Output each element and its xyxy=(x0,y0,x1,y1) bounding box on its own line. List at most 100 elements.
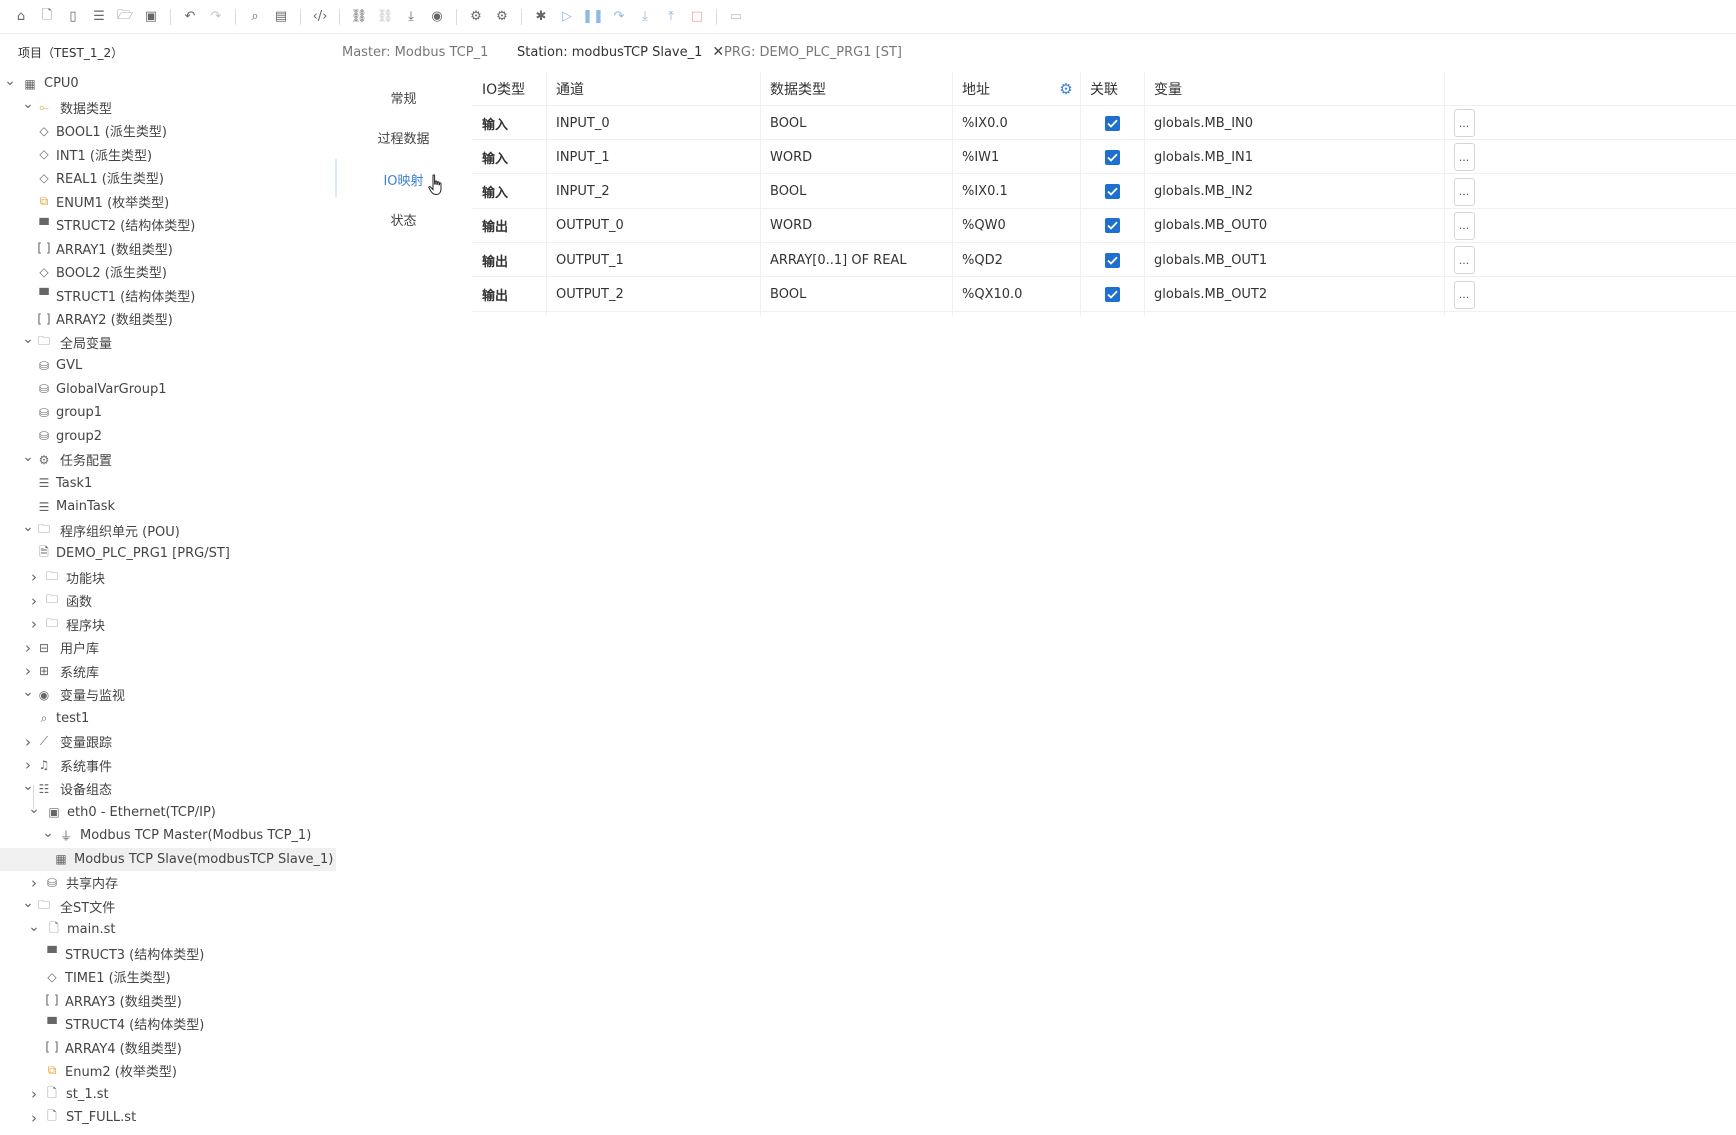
redo-button[interactable]: ↷ xyxy=(204,5,228,29)
browse-variable-button[interactable]: ... xyxy=(1453,246,1475,275)
tree-item[interactable]: ⌄ ⏚ Modbus TCP Master(Modbus TCP_1) xyxy=(0,824,336,848)
tree-item[interactable]: ◇ TIME1 (派生类型) xyxy=(0,965,336,989)
tree-item[interactable]: ☰ MainTask xyxy=(0,495,336,519)
step-over-button[interactable]: ↷ xyxy=(607,5,631,29)
settings-advanced-button[interactable]: ⚙ xyxy=(490,5,514,29)
browse-variable-button[interactable]: ... xyxy=(1453,109,1475,137)
tree-item[interactable]: ⌄ ◉ 变量与监视 xyxy=(0,683,336,707)
tree-item[interactable]: ☰ Task1 xyxy=(0,472,336,496)
subnav-item[interactable]: 状态 xyxy=(336,210,471,229)
header-linked[interactable]: 关联 xyxy=(1080,72,1144,106)
home-button[interactable]: ⌂ xyxy=(9,5,33,29)
tree-item[interactable]: ▀ STRUCT2 (结构体类型) xyxy=(0,213,336,237)
subnav-item[interactable]: IO映射 xyxy=(336,170,471,189)
search-button[interactable]: ⌕ xyxy=(243,5,267,29)
tree-item[interactable]: ▀ STRUCT3 (结构体类型) xyxy=(0,942,336,966)
editor-tab[interactable]: Station: modbusTCP Slave_1 ✕ xyxy=(517,34,724,70)
subnav-item[interactable]: 常规 xyxy=(336,88,471,107)
tree-item[interactable]: ◇ BOOL2 (派生类型) xyxy=(0,260,336,284)
chevron-right-icon[interactable]: › xyxy=(22,639,34,657)
tree-item[interactable]: ▀ STRUCT4 (结构体类型) xyxy=(0,1012,336,1036)
tree-item[interactable]: ⌄ ⟜ 数据类型 xyxy=(0,96,336,120)
tree-item[interactable]: ⌄ 🗀 程序组织单元 (POU) xyxy=(0,519,336,543)
tree-item[interactable]: ⌄ 🗀 全ST文件 xyxy=(0,895,336,919)
address-settings-button[interactable]: ⚙ xyxy=(1052,72,1080,106)
chevron-right-icon[interactable]: › xyxy=(28,592,40,610)
device-button[interactable]: ▯ xyxy=(61,5,85,29)
tree-item[interactable]: 🗎 DEMO_PLC_PRG1 [PRG/ST] xyxy=(0,542,336,566)
tree-item[interactable]: › ⟋ 变量跟踪 xyxy=(0,730,336,754)
tree-item[interactable]: [ ] ARRAY2 (数组类型) xyxy=(0,307,336,331)
chevron-right-icon[interactable]: › xyxy=(28,615,40,633)
pause-button[interactable]: ❚❚ xyxy=(581,5,605,29)
tree-item[interactable]: › ⊟ 用户库 xyxy=(0,636,336,660)
chevron-down-icon[interactable]: ⌄ xyxy=(28,919,40,935)
tree-item[interactable]: ⛁ group1 xyxy=(0,401,336,425)
chevron-right-icon[interactable]: › xyxy=(28,1085,40,1103)
subnav-item[interactable]: 过程数据 xyxy=(336,128,471,147)
tree-item[interactable]: ⌕ test1 xyxy=(0,707,336,731)
tree-item[interactable]: ◇ REAL1 (派生类型) xyxy=(0,166,336,190)
tree-item[interactable]: [ ] ARRAY4 (数组类型) xyxy=(0,1036,336,1060)
header-variable[interactable]: 变量 xyxy=(1144,72,1444,106)
browse-variable-button[interactable]: ... xyxy=(1453,211,1475,240)
chevron-down-icon[interactable]: ⌄ xyxy=(42,825,54,841)
unlink-button[interactable]: ⛓ xyxy=(373,5,397,29)
tree-item[interactable]: ⌄ ▦ CPU0 xyxy=(0,72,336,96)
tree-item[interactable]: ⌄ 🗀 全局变量 xyxy=(0,331,336,355)
list-button[interactable]: ☰ xyxy=(87,5,111,29)
header-address[interactable]: 地址 xyxy=(952,72,1052,106)
settings-button[interactable]: ⚙ xyxy=(464,5,488,29)
tree-item[interactable]: ⛁ group2 xyxy=(0,425,336,449)
debug-button[interactable]: ✱ xyxy=(529,5,553,29)
tree-item[interactable]: [ ] ARRAY3 (数组类型) xyxy=(0,989,336,1013)
link-button[interactable]: ⛓ xyxy=(347,5,371,29)
code-button[interactable]: ‹/› xyxy=(308,5,332,29)
tree-item[interactable]: › ⊞ 系统库 xyxy=(0,660,336,684)
tree-item[interactable]: › ♫ 系统事件 xyxy=(0,754,336,778)
chevron-right-icon[interactable]: › xyxy=(22,733,34,751)
toolbox-button[interactable]: ▭ xyxy=(724,5,748,29)
linked-checkbox[interactable] xyxy=(1104,218,1120,234)
new-file-button[interactable]: 🗋 xyxy=(35,5,59,29)
step-into-button[interactable]: ⤓ xyxy=(633,5,657,29)
stop-button[interactable]: □ xyxy=(685,5,709,29)
compile-button[interactable]: ▤ xyxy=(269,5,293,29)
chevron-right-icon[interactable]: › xyxy=(22,662,34,680)
browse-variable-button[interactable]: ... xyxy=(1453,143,1475,172)
tree-item[interactable]: ⛁ GVL xyxy=(0,354,336,378)
tree-item[interactable]: › 🗀 程序块 xyxy=(0,613,336,637)
tree-item[interactable]: › 🗋 ST_FULL.st xyxy=(0,1106,336,1130)
tree-item[interactable]: ⧉ Enum2 (枚举类型) xyxy=(0,1059,336,1083)
browse-variable-button[interactable]: ... xyxy=(1453,177,1475,206)
tree-item[interactable]: ◇ INT1 (派生类型) xyxy=(0,143,336,167)
tree-item[interactable]: › 🗀 功能块 xyxy=(0,566,336,590)
chevron-right-icon[interactable]: › xyxy=(22,756,34,774)
chevron-down-icon[interactable]: ⌄ xyxy=(22,449,34,465)
chevron-down-icon[interactable]: ⌄ xyxy=(22,895,34,911)
tree-item[interactable]: › 🗀 函数 xyxy=(0,589,336,613)
chevron-down-icon[interactable]: ⌄ xyxy=(22,519,34,535)
browse-variable-button[interactable]: ... xyxy=(1453,280,1475,309)
linked-checkbox[interactable] xyxy=(1104,149,1120,165)
tree-item[interactable]: ⌄ ☷ 设备组态 xyxy=(0,777,336,801)
header-io-type[interactable]: IO类型 xyxy=(472,72,546,106)
chevron-down-icon[interactable]: ⌄ xyxy=(22,684,34,700)
close-icon[interactable]: ✕ xyxy=(712,44,724,60)
tree-item[interactable]: ◇ BOOL1 (派生类型) xyxy=(0,119,336,143)
chevron-right-icon[interactable]: › xyxy=(28,874,40,892)
linked-checkbox[interactable] xyxy=(1104,252,1120,268)
chevron-down-icon[interactable]: ⌄ xyxy=(22,331,34,347)
tree-item[interactable]: › ⛁ 共享内存 xyxy=(0,871,336,895)
header-channel[interactable]: 通道 xyxy=(546,72,760,106)
tree-item[interactable]: ▀ STRUCT1 (结构体类型) xyxy=(0,284,336,308)
chevron-down-icon[interactable]: ⌄ xyxy=(22,96,34,112)
header-data-type[interactable]: 数据类型 xyxy=(760,72,952,106)
linked-checkbox[interactable] xyxy=(1104,115,1120,131)
tree-item[interactable]: ⌄ ⚙ 任务配置 xyxy=(0,448,336,472)
monitor-button[interactable]: ◉ xyxy=(425,5,449,29)
editor-tab[interactable]: Master: Modbus TCP_1 xyxy=(342,34,488,70)
tree-item[interactable]: ⛁ GlobalVarGroup1 xyxy=(0,378,336,402)
tree-item[interactable]: › 🗋 st_1.st xyxy=(0,1083,336,1107)
tree-item[interactable]: ⧉ ENUM1 (枚举类型) xyxy=(0,190,336,214)
